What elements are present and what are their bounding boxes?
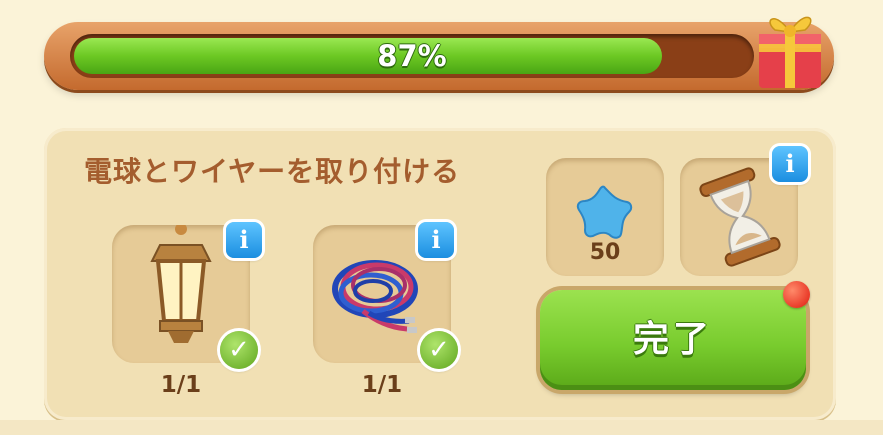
hourglass-icon: [699, 167, 781, 267]
complete-button[interactable]: 完了: [540, 290, 806, 390]
lantern-complete-check-icon: ✓: [220, 331, 258, 369]
bottom-band: [0, 420, 883, 435]
complete-button-label: 完了: [632, 319, 713, 360]
wire-info-button[interactable]: i: [418, 222, 454, 258]
notification-dot: [783, 281, 810, 308]
gift-box-icon[interactable]: [745, 0, 833, 92]
lantern-info-button[interactable]: i: [226, 222, 262, 258]
reward-slot: 50: [546, 158, 664, 276]
lantern-count: 1/1: [160, 372, 202, 398]
wire-complete-check-icon: ✓: [420, 331, 458, 369]
blue-star-icon: [576, 185, 633, 239]
time-info-button[interactable]: i: [772, 146, 808, 182]
reward-value: 50: [589, 240, 621, 265]
task-title: 電球とワイヤーを取り付ける: [84, 155, 461, 188]
progress-percent-label: 87%: [377, 39, 447, 73]
wire-count: 1/1: [361, 372, 403, 398]
